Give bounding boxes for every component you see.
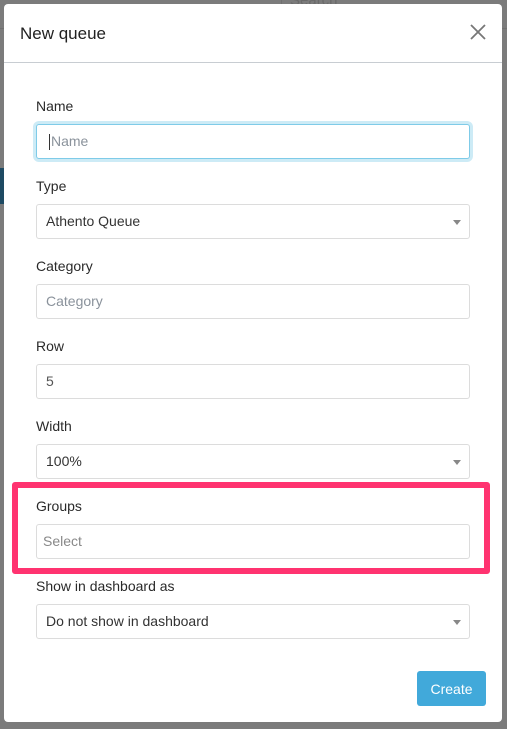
new-queue-modal: New queue Name Name Type Athento Queue C… [4, 4, 502, 722]
groups-highlight-box [12, 482, 490, 574]
modal-title: New queue [20, 24, 107, 43]
text-cursor [49, 134, 50, 151]
close-icon[interactable] [468, 22, 488, 42]
width-value: 100% [46, 453, 82, 469]
type-value: Athento Queue [46, 213, 141, 229]
type-label: Type [36, 178, 67, 194]
show-in-dashboard-value: Do not show in dashboard [46, 613, 209, 629]
row-input[interactable]: 5 [36, 364, 470, 399]
show-in-dashboard-select[interactable]: Do not show in dashboard [36, 604, 470, 639]
width-label: Width [36, 418, 72, 434]
row-label: Row [36, 338, 65, 354]
show-in-dashboard-label: Show in dashboard as [36, 578, 175, 594]
modal-header: New queue [4, 4, 502, 63]
name-input[interactable]: Name [36, 124, 470, 159]
chevron-down-icon [453, 460, 461, 465]
category-input[interactable]: Category [36, 284, 470, 319]
chevron-down-icon [453, 220, 461, 225]
name-placeholder: Name [51, 133, 89, 149]
width-select[interactable]: 100% [36, 444, 470, 479]
category-label: Category [36, 258, 93, 274]
create-button[interactable]: Create [417, 671, 486, 706]
name-label: Name [36, 98, 74, 114]
row-value: 5 [46, 373, 54, 389]
category-placeholder: Category [46, 293, 103, 309]
type-select[interactable]: Athento Queue [36, 204, 470, 239]
chevron-down-icon [453, 620, 461, 625]
